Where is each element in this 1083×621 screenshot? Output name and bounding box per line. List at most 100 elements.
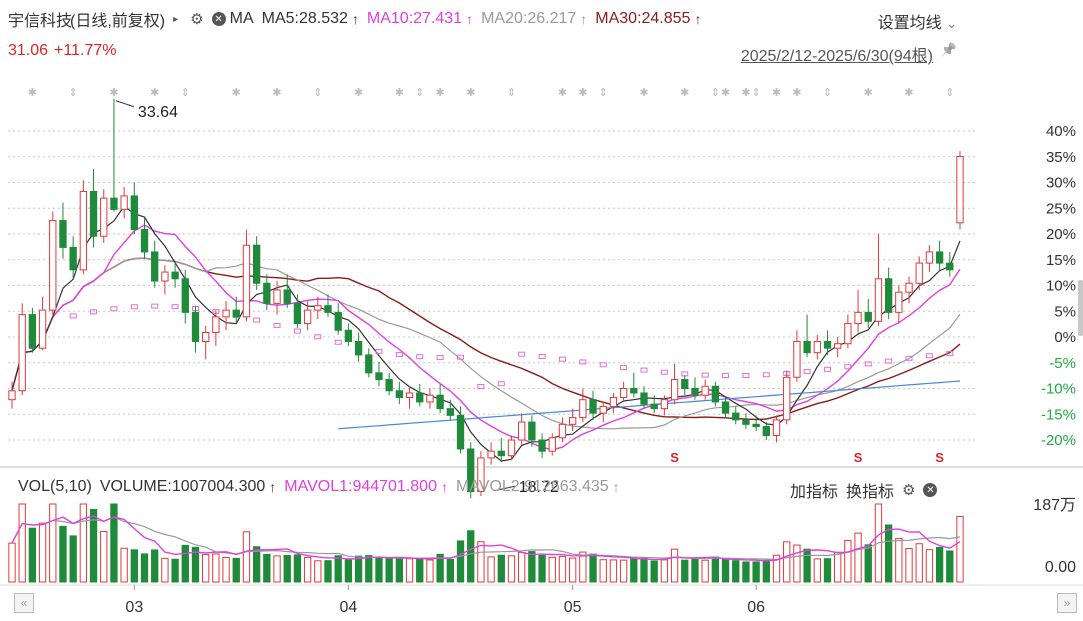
candle-body <box>803 340 811 354</box>
volume-bar <box>283 554 291 583</box>
stock-name[interactable]: 宇信科技 <box>8 7 72 31</box>
volume-bar <box>864 544 872 583</box>
add-indicator-button[interactable]: 加指标 <box>790 478 838 502</box>
volume-bar <box>59 525 67 583</box>
volume-bar <box>18 503 26 583</box>
y-tick-label: 15% <box>1046 252 1076 269</box>
volume-bar <box>681 559 689 583</box>
ma20-arrow-icon: ↑ <box>580 11 588 27</box>
volume-bar <box>884 524 893 583</box>
candle-body <box>681 379 689 390</box>
volume-bar <box>100 530 108 583</box>
volume-bar <box>701 559 709 583</box>
ma10-arrow-icon: ↑ <box>466 11 474 27</box>
close-icon[interactable]: ✕ <box>211 12 226 26</box>
vol-title: VOL(5,10) <box>18 478 92 495</box>
volume-bar <box>660 559 669 583</box>
volume-bar <box>834 551 842 583</box>
compare-marker <box>579 359 587 365</box>
candle-body <box>212 316 220 334</box>
switch-indicator-button[interactable]: 换指标 <box>846 478 894 502</box>
candle-body <box>518 421 526 441</box>
kline-chart-area[interactable]: 40% 35% 30% 25% 20% 15% 10% 5% 0% -5% -10% -15% -20%… <box>0 0 1083 621</box>
candle-body <box>834 343 842 349</box>
mavol2-arrow-icon: ↑ <box>612 479 620 495</box>
compare-marker <box>130 304 138 310</box>
volume-bar <box>548 556 556 583</box>
volume-bar <box>630 556 638 583</box>
expand-icon[interactable]: ▸ <box>173 14 178 25</box>
candle-body <box>589 399 597 414</box>
compare-marker <box>171 304 179 310</box>
candle-body <box>151 251 159 282</box>
scroll-left-button[interactable]: « <box>14 593 34 613</box>
pin-icon[interactable]: 📌 <box>941 42 957 58</box>
scroll-right-button[interactable]: » <box>1057 593 1077 613</box>
s-marker: S <box>854 450 863 465</box>
event-marker: ✱ <box>639 87 648 99</box>
gear-icon[interactable]: ⚙ <box>190 10 203 28</box>
compare-marker <box>538 354 546 360</box>
event-marker: ⇕ <box>313 87 322 99</box>
candle-body <box>905 282 913 293</box>
event-marker: ⇕ <box>711 87 720 99</box>
candle-body <box>191 311 200 342</box>
candle-body <box>202 332 210 342</box>
volume-bar <box>589 553 597 583</box>
volume-bar <box>752 561 760 583</box>
candle-body <box>640 392 648 405</box>
candle-body <box>599 405 607 414</box>
y-tick-label: 25% <box>1046 200 1076 217</box>
volume-bar <box>252 546 261 583</box>
date-range-link[interactable]: 2025/2/12-2025/6/30(94根) <box>741 42 933 66</box>
candle-body <box>354 340 363 356</box>
event-marker: ✱ <box>680 87 689 99</box>
chevron-down-icon: ⌄ <box>946 16 957 31</box>
candle-body <box>100 197 108 237</box>
volume-bar <box>528 551 536 583</box>
volume-bar <box>426 559 434 583</box>
volume-bar <box>813 558 821 583</box>
ma5-arrow-icon: ↑ <box>351 11 359 27</box>
candle-body <box>446 408 454 416</box>
candle-body <box>28 314 37 349</box>
event-marker: ✱ <box>578 87 587 99</box>
volume-bar <box>823 558 832 583</box>
chart-mode: (日线,前复权) <box>70 13 166 30</box>
volume-bar <box>691 558 699 583</box>
compare-marker <box>640 367 648 373</box>
volume-bar <box>273 555 281 583</box>
event-marker: ⇕ <box>415 87 424 99</box>
volume-bar <box>120 547 128 583</box>
compare-marker <box>416 354 424 360</box>
volume-bar <box>946 550 954 583</box>
volume-bar <box>110 503 118 583</box>
volume-bar <box>324 560 332 583</box>
volume-gear-icon[interactable]: ⚙ <box>902 481 915 499</box>
price-row: 31.06 +11.77% <box>8 42 122 60</box>
ma-settings-button[interactable]: 设置均线 ⌄ <box>878 9 957 33</box>
volume-bar <box>28 527 37 583</box>
volume-bar <box>711 556 720 583</box>
event-marker: ⇕ <box>945 87 954 99</box>
indicator-tools: 加指标 换指标 ⚙ ✕ <box>790 478 941 502</box>
volume-bar <box>49 503 57 583</box>
side-panel-handle[interactable] <box>1078 280 1083 336</box>
volume-close-icon[interactable]: ✕ <box>923 483 938 497</box>
mavol1-value: MAVOL1:944701.800 <box>284 478 437 495</box>
volume-bar <box>640 557 648 583</box>
volume-header: VOL(5,10) VOLUME:1007004.300 ↑ MAVOL1:94… <box>18 478 628 496</box>
candle-body <box>385 379 393 392</box>
candle-body <box>334 311 342 331</box>
volume-bar <box>956 516 964 583</box>
event-marker: ✱ <box>904 87 913 99</box>
volume-bar <box>130 549 138 583</box>
ma20-value: MA20:26.217 <box>481 10 577 27</box>
ma10-value: MA10:27.431 <box>366 10 463 27</box>
volume-bar <box>334 555 342 583</box>
event-marker: ✱ <box>150 87 159 99</box>
compare-marker <box>436 355 444 361</box>
compare-marker <box>110 306 118 312</box>
event-marker: ✱ <box>558 87 567 99</box>
candle-body <box>456 414 465 450</box>
